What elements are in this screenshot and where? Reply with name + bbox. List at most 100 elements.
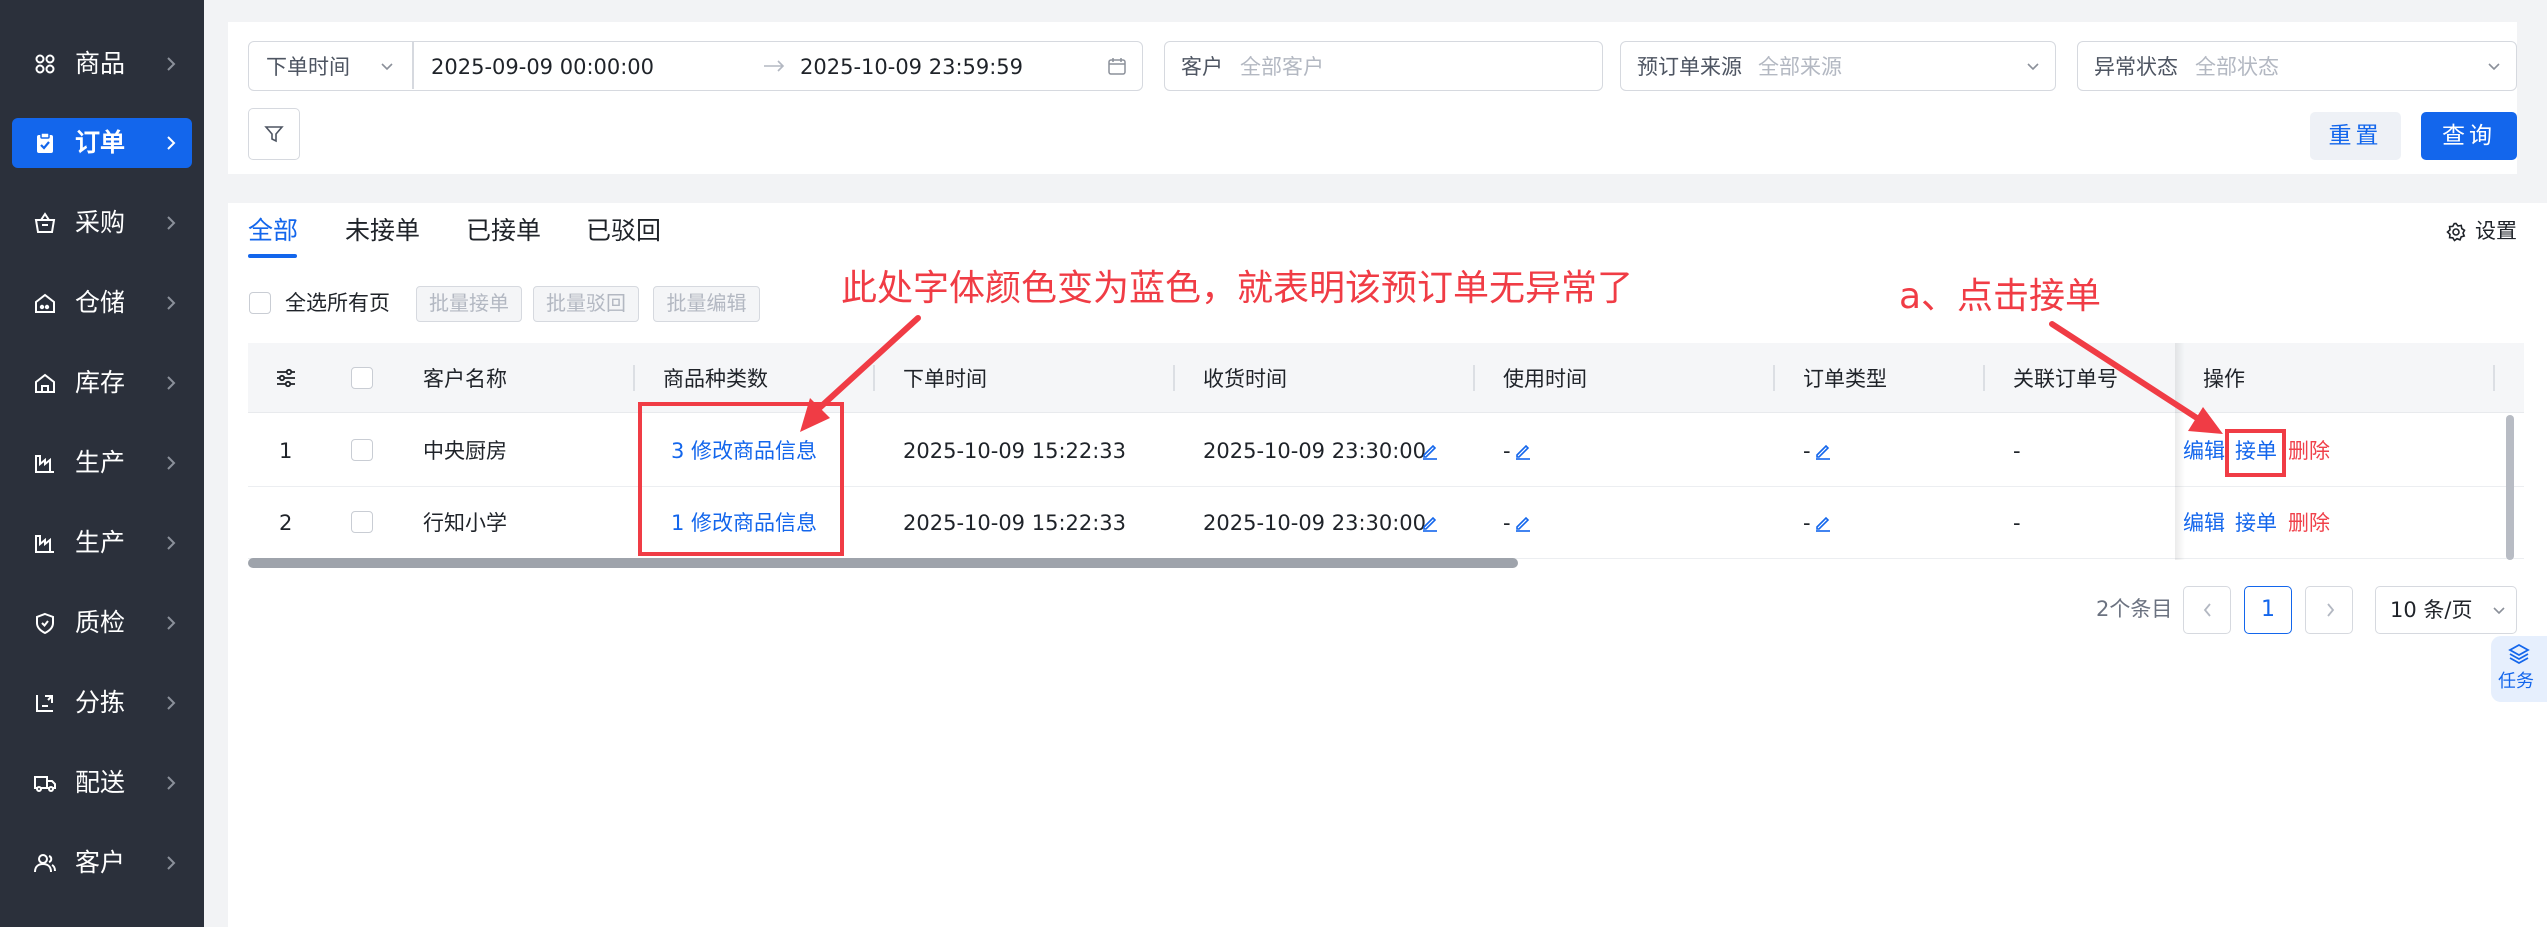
customer-label: 客户 (1181, 55, 1223, 79)
sidebar-item-production-2[interactable]: 生产 (12, 518, 192, 568)
related-order-no: - (2013, 439, 2021, 463)
receive-time: 2025-10-09 23:30:00 (1203, 439, 1427, 463)
status-placeholder: 全部状态 (2195, 55, 2279, 79)
sidebar-item-label: 生产 (75, 448, 126, 477)
sort-icon (34, 692, 56, 714)
column-settings-icon[interactable] (274, 366, 298, 390)
sidebar-item-orders[interactable]: 订单 (12, 118, 192, 168)
layers-icon (2507, 642, 2531, 666)
tab-not-accepted[interactable]: 未接单 (345, 214, 420, 248)
chevron-right-icon (162, 213, 180, 233)
main-panel: 全部 未接单 已接单 已驳回 设置 全选所有页 批量接单 批量驳回 批量编辑 客… (228, 203, 2547, 927)
edit-pencil-icon[interactable] (1814, 442, 1832, 460)
settings-button[interactable]: 设置 (2475, 217, 2517, 245)
header-checkbox[interactable] (351, 367, 373, 389)
source-label: 预订单来源 (1637, 55, 1742, 79)
filter-panel: 下单时间 2025-09-09 00:00:00 2025-10-09 23:5… (228, 22, 2517, 174)
arrow-right-icon (763, 59, 785, 73)
batch-accept-button[interactable]: 批量接单 (416, 286, 522, 322)
column-header-related-order: 关联订单号 (2013, 367, 2118, 391)
sidebar-item-warehouse[interactable]: 仓储 (12, 278, 192, 328)
source-select[interactable]: 预订单来源 全部来源 (1620, 41, 2056, 91)
customer-name: 行知小学 (423, 511, 507, 535)
clipboard-icon (34, 132, 56, 154)
edit-pencil-icon[interactable] (1514, 442, 1532, 460)
chevron-down-icon (379, 58, 395, 74)
tab-rejected[interactable]: 已驳回 (586, 214, 661, 248)
start-date-input[interactable]: 2025-09-09 00:00:00 (431, 54, 654, 80)
row-checkbox[interactable] (351, 511, 373, 533)
factory-icon (34, 532, 56, 554)
sidebar-item-sorting[interactable]: 分拣 (12, 678, 192, 728)
sidebar-item-label: 订单 (75, 128, 126, 157)
batch-reject-button[interactable]: 批量驳回 (533, 286, 639, 322)
chevron-down-icon (2492, 603, 2506, 617)
query-button[interactable]: 查询 (2421, 112, 2517, 160)
next-page-button[interactable] (2305, 586, 2353, 634)
advanced-filter-button[interactable] (248, 108, 300, 160)
task-widget[interactable]: 任务 (2491, 636, 2547, 702)
chevron-right-icon (162, 133, 180, 153)
orders-table: 客户名称 商品种类数 下单时间 收货时间 使用时间 订单类型 关联订单号 操作 … (248, 343, 2524, 560)
vertical-scrollbar[interactable] (2506, 415, 2514, 560)
use-time: - (1503, 439, 1511, 463)
chevron-right-icon (162, 373, 180, 393)
page-size-select[interactable]: 10 条/页 (2375, 586, 2517, 634)
truck-icon (34, 772, 56, 794)
horizontal-scrollbar[interactable] (248, 558, 1518, 568)
chevron-left-icon (2200, 601, 2216, 619)
page-size-label: 10 条/页 (2390, 598, 2473, 622)
select-all-checkbox[interactable] (249, 292, 271, 314)
annotation-highlight-accept (2225, 429, 2286, 477)
tab-accepted[interactable]: 已接单 (466, 214, 541, 248)
edit-button[interactable]: 编辑 (2183, 437, 2225, 465)
page-1-button[interactable]: 1 (2244, 586, 2292, 634)
time-type-select[interactable]: 下单时间 (266, 54, 350, 80)
edit-pencil-icon[interactable] (1421, 514, 1439, 532)
column-divider (2493, 365, 2495, 391)
sidebar-item-label: 配送 (75, 768, 126, 797)
order-type: - (1803, 439, 1811, 463)
active-tab-indicator (248, 254, 297, 258)
edit-pencil-icon[interactable] (1421, 442, 1439, 460)
sidebar-item-delivery[interactable]: 配送 (12, 758, 192, 808)
column-divider (1773, 365, 1775, 391)
delete-button[interactable]: 删除 (2288, 437, 2330, 465)
sidebar-item-purchase[interactable]: 采购 (12, 198, 192, 248)
end-date-input[interactable]: 2025-10-09 23:59:59 (800, 54, 1023, 80)
abnormal-status-select[interactable]: 异常状态 全部状态 (2077, 41, 2517, 91)
user-icon (34, 852, 56, 874)
fixed-column-shadow (2175, 343, 2185, 560)
chevron-right-icon (162, 853, 180, 873)
task-label: 任务 (2498, 671, 2534, 692)
sidebar-item-quality[interactable]: 质检 (12, 598, 192, 648)
sidebar-item-label: 库存 (75, 368, 126, 397)
gear-icon[interactable] (2446, 222, 2466, 242)
sidebar-item-goods[interactable]: 商品 (12, 39, 192, 89)
reset-button[interactable]: 重置 (2310, 112, 2401, 160)
sidebar-item-production-1[interactable]: 生产 (12, 438, 192, 488)
accept-order-button[interactable]: 接单 (2235, 509, 2277, 537)
chevron-right-icon (162, 54, 180, 74)
edit-pencil-icon[interactable] (1514, 514, 1532, 532)
batch-edit-button[interactable]: 批量编辑 (653, 286, 760, 322)
edit-pencil-icon[interactable] (1814, 514, 1832, 532)
edit-button[interactable]: 编辑 (2183, 509, 2225, 537)
tab-all[interactable]: 全部 (248, 214, 298, 248)
date-range-picker[interactable]: 下单时间 2025-09-09 00:00:00 2025-10-09 23:5… (248, 41, 1143, 91)
column-header-use-time: 使用时间 (1503, 367, 1587, 391)
funnel-icon (263, 123, 285, 145)
order-type: - (1803, 511, 1811, 535)
prev-page-button[interactable] (2183, 586, 2231, 634)
house-icon (34, 372, 56, 394)
divider (412, 42, 414, 89)
customer-select[interactable]: 客户 全部客户 (1164, 41, 1603, 91)
chevron-right-icon (162, 453, 180, 473)
calendar-icon[interactable] (1107, 56, 1127, 76)
delete-button[interactable]: 删除 (2288, 509, 2330, 537)
chevron-down-icon (2486, 58, 2502, 74)
sidebar-item-inventory[interactable]: 库存 (12, 358, 192, 408)
row-checkbox[interactable] (351, 439, 373, 461)
sidebar-item-customers[interactable]: 客户 (12, 838, 192, 888)
annotation-note-blue-text: 此处字体颜色变为蓝色，就表明该预订单无异常了 (841, 268, 1634, 309)
